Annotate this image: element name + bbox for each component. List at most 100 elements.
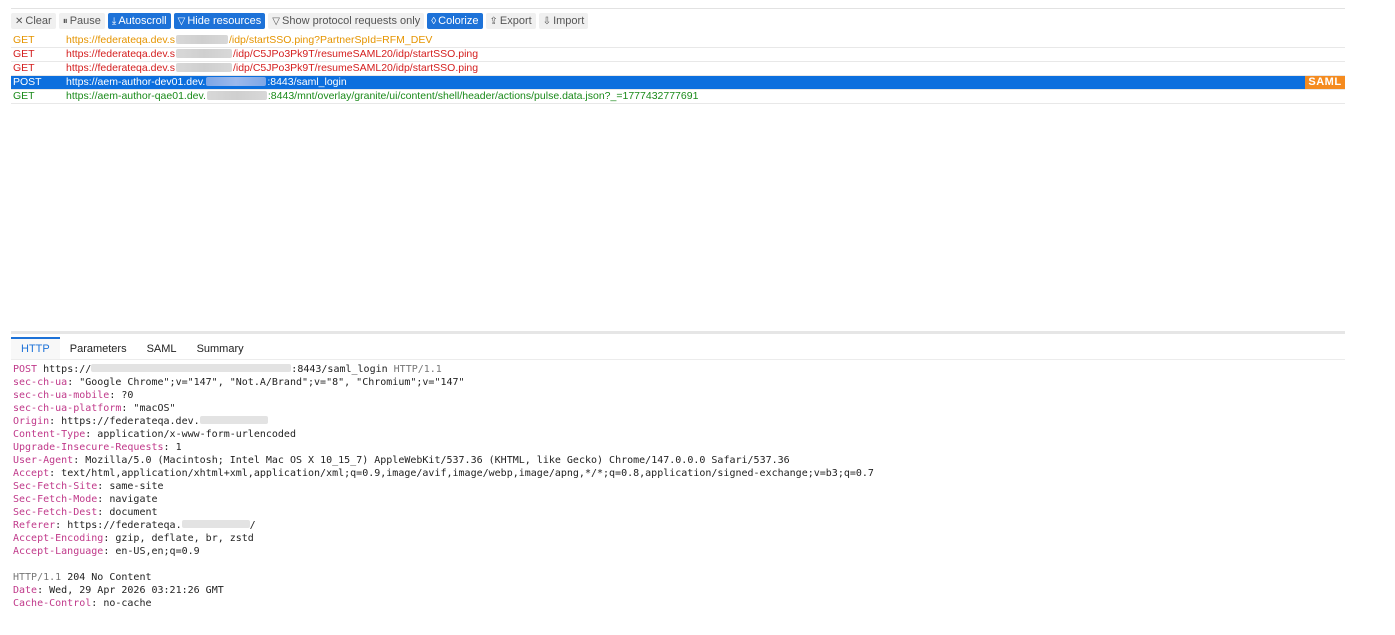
header-value: Wed, 29 Apr 2026 03:21:26 GMT: [49, 585, 224, 596]
header-line: sec-ch-ua-mobile: ?0: [13, 390, 134, 401]
export-label: Export: [499, 15, 532, 27]
pause-label: Pause: [69, 15, 101, 27]
pane-resize-handle[interactable]: [11, 331, 1345, 334]
pause-button[interactable]: ⏸ Pause: [58, 13, 105, 29]
header-name: User-Agent: [13, 455, 74, 466]
clear-button[interactable]: ✕ Clear: [11, 13, 56, 29]
filter-icon: ▽: [177, 15, 186, 27]
header-value: "Google Chrome";v="147", "Not.A/Brand";v…: [79, 377, 465, 388]
header-name: sec-ch-ua-mobile: [13, 390, 110, 401]
import-button[interactable]: ⇩ Import: [538, 13, 589, 29]
pause-icon: ⏸: [62, 15, 68, 27]
header-line: Date: Wed, 29 Apr 2026 03:21:26 GMT: [13, 585, 224, 596]
redacted-text: [181, 520, 250, 528]
redacted-text: [175, 49, 232, 58]
header-name: Cache-Control: [13, 598, 92, 609]
header-name: sec-ch-ua: [13, 377, 68, 388]
drop-icon: ◊: [431, 15, 437, 27]
top-divider: [11, 8, 1345, 9]
request-method: GET: [13, 48, 35, 60]
request-row[interactable]: GET https://federateqa.dev.s/idp/startSS…: [11, 34, 1345, 48]
header-value: navigate: [109, 494, 158, 505]
header-value: Mozilla/5.0 (Macintosh; Intel Mac OS X 1…: [85, 455, 790, 466]
protocol-only-label: Show protocol requests only: [282, 15, 421, 27]
request-method: GET: [13, 34, 35, 46]
redacted-text: [199, 416, 268, 424]
detail-tabs: HTTP Parameters SAML Summary: [11, 337, 1345, 360]
header-name: Accept-Encoding: [13, 533, 104, 544]
header-line: Upgrade-Insecure-Requests: 1: [13, 442, 182, 453]
header-value: "macOS": [133, 403, 176, 414]
header-line: Sec-Fetch-Mode: navigate: [13, 494, 158, 505]
header-name: Date: [13, 585, 38, 596]
header-name: Sec-Fetch-Site: [13, 481, 98, 492]
request-row[interactable]: GET https://aem-author-qae01.dev.:8443/m…: [11, 90, 1345, 104]
request-row-selected[interactable]: POST https://aem-author-dev01.dev.:8443/…: [11, 76, 1345, 90]
request-url: https://federateqa.dev.s/idp/startSSO.pi…: [66, 34, 433, 46]
hide-resources-toggle[interactable]: ▽ Hide resources: [173, 13, 266, 29]
redacted-text: [175, 63, 232, 72]
autoscroll-label: Autoscroll: [118, 15, 167, 27]
header-name: Accept: [13, 468, 50, 479]
request-method: POST: [13, 76, 42, 88]
header-name: sec-ch-ua-platform: [13, 403, 122, 414]
tab-parameters[interactable]: Parameters: [60, 337, 137, 359]
import-label: Import: [553, 15, 585, 27]
header-value: same-site: [109, 481, 164, 492]
header-name: Sec-Fetch-Dest: [13, 507, 98, 518]
header-value: https://federateqa.dev.: [61, 416, 200, 427]
colorize-label: Colorize: [438, 15, 479, 27]
tab-saml[interactable]: SAML: [137, 337, 187, 359]
header-line: Accept-Language: en-US,en;q=0.9: [13, 546, 200, 557]
filter-icon: ▽: [272, 15, 280, 27]
header-line: Cache-Control: no-cache: [13, 598, 152, 609]
redacted-text: [175, 35, 228, 44]
header-value: no-cache: [103, 598, 152, 609]
request-list: GET https://federateqa.dev.s/idp/startSS…: [11, 34, 1345, 104]
tab-summary[interactable]: Summary: [187, 337, 254, 359]
header-name: Content-Type: [13, 429, 86, 440]
import-icon: ⇩: [542, 15, 552, 27]
toolbar: ✕ Clear ⏸ Pause ⤓ Autoscroll ▽ Hide reso…: [11, 13, 589, 29]
header-line: User-Agent: Mozilla/5.0 (Macintosh; Inte…: [13, 455, 790, 466]
header-value: https://federateqa.: [67, 520, 182, 531]
request-url: https://federateqa.dev.s/idp/C5JPo3Pk9T/…: [66, 62, 479, 74]
http-detail-pane: POST https://:8443/saml_login HTTP/1.1 s…: [13, 363, 1343, 610]
header-name: Accept-Language: [13, 546, 104, 557]
request-row[interactable]: GET https://federateqa.dev.s/idp/C5JPo3P…: [11, 62, 1345, 76]
header-line: Origin: https://federateqa.dev.: [13, 415, 1343, 428]
export-button[interactable]: ⇪ Export: [485, 13, 536, 29]
request-row[interactable]: GET https://federateqa.dev.s/idp/C5JPo3P…: [11, 48, 1345, 62]
request-headers: sec-ch-ua: "Google Chrome";v="147", "Not…: [13, 376, 1343, 558]
header-line: Sec-Fetch-Site: same-site: [13, 481, 164, 492]
header-line: Accept-Encoding: gzip, deflate, br, zstd: [13, 533, 254, 544]
response-line: HTTP/1.1 204 No Content: [13, 572, 152, 583]
header-value: ?0: [121, 390, 134, 401]
saml-badge: SAML: [1305, 76, 1345, 89]
header-value: text/html,application/xhtml+xml,applicat…: [61, 468, 874, 479]
header-value: gzip, deflate, br, zstd: [115, 533, 254, 544]
request-method: GET: [13, 90, 35, 102]
request-line: POST https://:8443/saml_login HTTP/1.1: [13, 364, 442, 375]
header-line: Content-Type: application/x-www-form-url…: [13, 429, 296, 440]
request-url: https://aem-author-dev01.dev.:8443/saml_…: [66, 76, 347, 88]
header-line: Accept: text/html,application/xhtml+xml,…: [13, 468, 874, 479]
header-line: Sec-Fetch-Dest: document: [13, 507, 158, 518]
export-icon: ⇪: [489, 15, 498, 27]
download-arrow-icon: ⤓: [111, 15, 117, 27]
header-name: Referer: [13, 520, 56, 531]
colorize-toggle[interactable]: ◊ Colorize: [427, 13, 483, 29]
header-value: 1: [175, 442, 182, 453]
header-name: Upgrade-Insecure-Requests: [13, 442, 164, 453]
header-value: document: [109, 507, 158, 518]
redacted-text: [206, 91, 267, 100]
redacted-text: [91, 364, 292, 372]
response-headers: Date: Wed, 29 Apr 2026 03:21:26 GMT Cache…: [13, 584, 1343, 610]
header-name: Origin: [13, 416, 50, 427]
hide-resources-label: Hide resources: [187, 15, 262, 27]
request-url: https://aem-author-qae01.dev.:8443/mnt/o…: [66, 90, 699, 102]
protocol-only-toggle[interactable]: ▽ Show protocol requests only: [268, 13, 425, 29]
tab-http[interactable]: HTTP: [11, 337, 60, 359]
autoscroll-toggle[interactable]: ⤓ Autoscroll: [107, 13, 171, 29]
header-line: sec-ch-ua: "Google Chrome";v="147", "Not…: [13, 377, 465, 388]
